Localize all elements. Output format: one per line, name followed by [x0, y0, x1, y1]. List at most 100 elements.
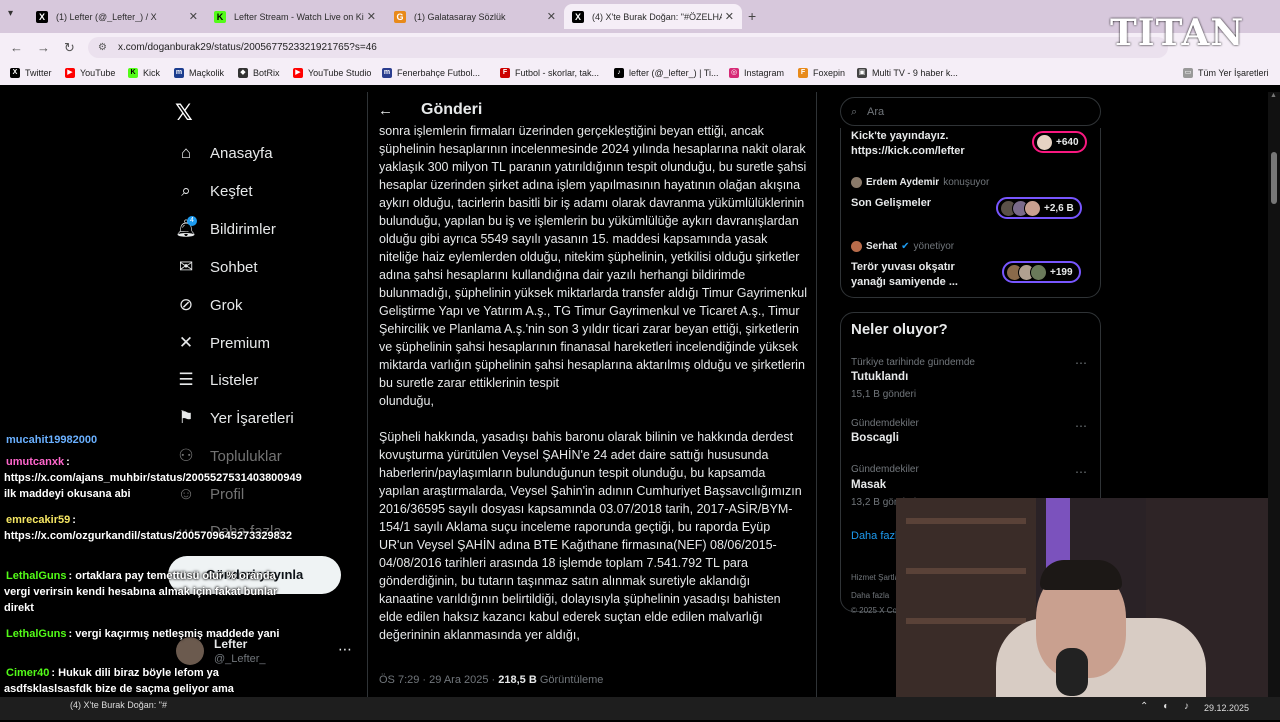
- kick-favicon-icon: K: [214, 10, 226, 23]
- taskbar-window[interactable]: (4) X'te Burak Doğan: "#: [70, 700, 167, 710]
- account-menu-icon[interactable]: ⋯: [338, 641, 352, 658]
- host-name: Serhat: [866, 241, 898, 252]
- live-title[interactable]: Son Gelişmeler: [851, 196, 931, 211]
- browser-tab[interactable]: K Lefter Stream - Watch Live on Kick ✕: [206, 4, 384, 29]
- bookmark-item[interactable]: X Twitter: [10, 68, 52, 78]
- live-listeners-pill[interactable]: +199: [1002, 261, 1081, 283]
- x-premium-icon: ✕: [178, 333, 194, 352]
- avatar: [851, 241, 862, 252]
- bookmark-label: Kick: [143, 68, 161, 78]
- browser-tab[interactable]: G (1) Galatasaray Sözlük ✕: [386, 4, 564, 29]
- reload-icon[interactable]: ↻: [64, 40, 75, 56]
- chat-message: umutcanxk: https://x.com/ajans_muhbir/st…: [4, 454, 302, 502]
- shelf-board: [906, 518, 1026, 524]
- nav-home[interactable]: ⌂ Anasayfa: [176, 143, 273, 163]
- nav-bookmarks[interactable]: ⚑ Yer İşaretleri: [176, 408, 293, 428]
- back-arrow-icon[interactable]: ←: [378, 102, 393, 119]
- verified-icon: ✔: [901, 241, 910, 252]
- nav-label: Sohbet: [210, 258, 258, 276]
- listener-count: +640: [1056, 136, 1079, 148]
- scroll-up-icon[interactable]: ▲: [1270, 92, 1277, 99]
- bookmark-label: Foxepin: [813, 68, 846, 78]
- chat-message: LethalGuns: ortaklara pay temettüsü olur…: [4, 568, 289, 616]
- forward-icon[interactable]: →: [37, 40, 50, 55]
- bookmark-label: BotRix: [253, 68, 280, 78]
- chat-username: umutcanxk: [6, 456, 65, 468]
- tab-title: Lefter Stream - Watch Live on Kick: [234, 11, 364, 22]
- bookmark-label: Multi TV - 9 haber k...: [872, 68, 958, 78]
- bookmark-item[interactable]: F Foxepin: [798, 68, 845, 78]
- bookmark-item[interactable]: ◆ BotRix: [238, 68, 280, 78]
- webcam-overlay: [896, 498, 1268, 706]
- host-name: Erdem Aydemir: [866, 177, 940, 188]
- trend-name[interactable]: Tutuklandı: [851, 371, 908, 383]
- kick-icon: K: [128, 68, 138, 78]
- bookmark-item[interactable]: ♪ lefter (@_lefter_) | Ti...: [614, 68, 719, 78]
- nav-label: Premium: [210, 334, 271, 352]
- footer-link[interactable]: Daha fazla: [851, 591, 889, 600]
- nav-explore[interactable]: ⌕ Keşfet: [176, 181, 252, 201]
- youtube-studio-icon: ▶: [293, 68, 303, 78]
- taskbar-date: 29.12.2025: [1204, 703, 1250, 713]
- trend-name[interactable]: Masak: [851, 479, 886, 491]
- tab-title: (1) Lefter (@_Lefter_) / X: [56, 11, 157, 22]
- bookmark-item[interactable]: ▶ YouTube Studio: [293, 68, 371, 78]
- all-bookmarks[interactable]: ▭ Tüm Yer İşaretleri: [1183, 68, 1269, 78]
- more-icon[interactable]: ⋯: [1075, 465, 1087, 479]
- tray-icons: ⌃ ◐ ♪: [1140, 701, 1195, 712]
- tab-title: (1) Galatasaray Sözlük: [414, 11, 506, 22]
- bookmark-item[interactable]: ▣ Multi TV - 9 haber k...: [857, 68, 958, 78]
- list-icon: ☰: [178, 370, 194, 389]
- tab-search-icon[interactable]: ▾: [8, 8, 13, 19]
- titan-logo-overlay: TITAN: [1110, 12, 1250, 54]
- live-listeners-pill[interactable]: +640: [1032, 131, 1087, 153]
- nav-lists[interactable]: ☰ Listeler: [176, 370, 258, 390]
- bookmark-item[interactable]: K Kick: [128, 68, 160, 78]
- close-icon[interactable]: ✕: [367, 10, 376, 23]
- bookmark-label: Maçkolik: [189, 68, 225, 78]
- x-favicon-icon: X: [572, 10, 584, 23]
- trend-context: Gündemdekiler: [851, 464, 919, 475]
- live-title[interactable]: Terör yuvası okşatır yanağı samiyende ..…: [851, 260, 991, 290]
- x-icon: X: [10, 68, 20, 78]
- post-timestamp[interactable]: ÖS 7:29 · 29 Ara 2025 ·: [379, 674, 498, 686]
- browser-tab[interactable]: X (1) Lefter (@_Lefter_) / X ✕: [28, 4, 206, 29]
- avatar: [1036, 133, 1053, 151]
- scrollbar-thumb[interactable]: [1271, 152, 1277, 204]
- search-icon: ⌕: [181, 181, 191, 200]
- nav-label: Anasayfa: [210, 144, 273, 162]
- shelf-board: [906, 568, 1026, 574]
- close-icon[interactable]: ✕: [189, 10, 198, 23]
- bookmark-item[interactable]: F Futbol - skorlar, tak...: [500, 68, 599, 78]
- bookmark-item[interactable]: ▶ YouTube: [65, 68, 115, 78]
- nav-premium[interactable]: ✕ Premium: [176, 333, 270, 353]
- url-bar[interactable]: ⚙ x.com/doganburak29/status/200567752332…: [88, 37, 1168, 58]
- post-text: sonra işlemlerin firmaları üzerinden ger…: [379, 124, 807, 642]
- stream-chat-overlay: mucahit19982000 umutcanxk: https://x.com…: [0, 432, 302, 722]
- bookmark-item[interactable]: m Fenerbahçe Futbol...: [382, 68, 480, 78]
- live-title[interactable]: Kick'te yayındayız. https://kick.com/lef…: [851, 129, 1026, 159]
- bookmark-label: Tüm Yer İşaretleri: [1198, 68, 1269, 78]
- avatar: [1030, 263, 1047, 281]
- bookmark-item[interactable]: m Maçkolik: [174, 68, 224, 78]
- post-meta: ÖS 7:29 · 29 Ara 2025 · 218,5 B Görüntül…: [379, 674, 603, 686]
- x-logo-icon[interactable]: 𝕏: [175, 100, 193, 126]
- more-icon[interactable]: ⋯: [1075, 356, 1087, 370]
- browser-tab-active[interactable]: X (4) X'te Burak Doğan: "#ÖZELHABER ✕: [564, 4, 742, 29]
- search-input[interactable]: ⌕ Ara: [840, 97, 1101, 126]
- close-icon[interactable]: ✕: [547, 10, 556, 23]
- futbol-icon: F: [500, 68, 510, 78]
- more-icon[interactable]: ⋯: [1075, 419, 1087, 433]
- host-role: konuşuyor: [943, 177, 990, 188]
- trend-name[interactable]: Boscagli: [851, 432, 899, 444]
- nav-grok[interactable]: ⊘ Grok: [176, 295, 243, 315]
- new-tab-icon[interactable]: +: [748, 8, 756, 24]
- site-info-icon[interactable]: ⚙: [98, 37, 107, 58]
- live-listeners-pill[interactable]: +2,6 B: [996, 197, 1082, 219]
- shelf-board: [906, 618, 1026, 624]
- bookmark-item[interactable]: ◎ Instagram: [729, 68, 784, 78]
- taskbar: [0, 697, 1280, 720]
- close-icon[interactable]: ✕: [725, 10, 734, 23]
- nav-chat[interactable]: ✉ Sohbet: [176, 257, 258, 277]
- back-icon[interactable]: ←: [10, 40, 23, 55]
